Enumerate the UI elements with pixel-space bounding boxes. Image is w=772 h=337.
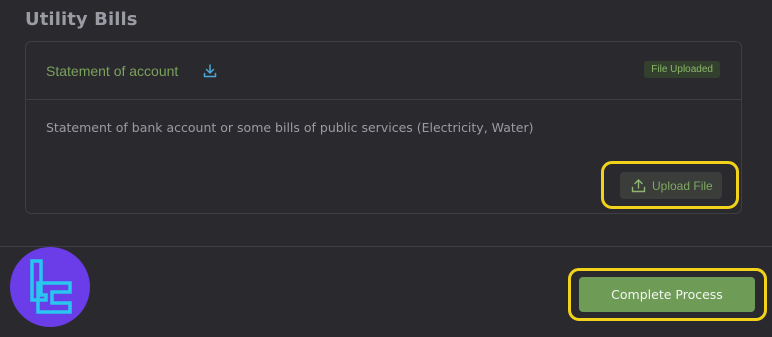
document-description: Statement of bank account or some bills … bbox=[46, 120, 534, 135]
brand-logo-icon bbox=[10, 247, 90, 327]
document-title: Statement of account bbox=[46, 63, 179, 79]
footer-divider bbox=[0, 246, 772, 247]
file-uploaded-badge: File Uploaded bbox=[644, 61, 720, 78]
upload-file-button[interactable]: Upload File bbox=[620, 172, 722, 199]
utility-bills-screen: Utility Bills Statement of account File … bbox=[0, 0, 772, 337]
section-title: Utility Bills bbox=[25, 9, 138, 30]
upload-icon bbox=[631, 179, 646, 193]
document-card-header: Statement of account File Uploaded bbox=[26, 42, 741, 100]
download-icon[interactable] bbox=[203, 64, 217, 78]
complete-process-button[interactable]: Complete Process bbox=[579, 277, 755, 312]
upload-file-label: Upload File bbox=[652, 178, 713, 193]
